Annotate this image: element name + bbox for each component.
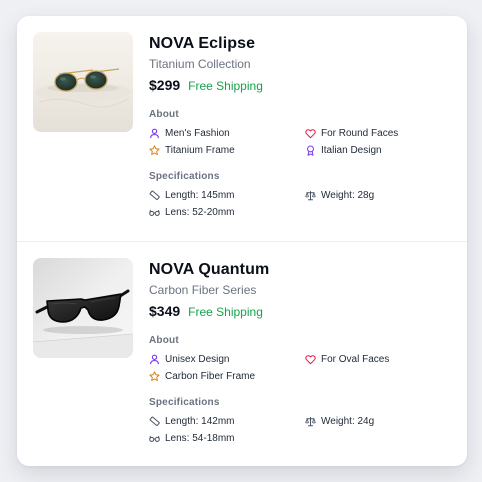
about-features: Unisex Design For Oval Faces Carbon Fibe… — [149, 351, 449, 385]
product-info: NOVA Eclipse Titanium Collection $299 Fr… — [149, 34, 449, 221]
feature-item: Titanium Frame — [149, 142, 235, 158]
price-row: $349 Free Shipping — [149, 303, 449, 323]
spec-text: Weight: 24g — [321, 415, 375, 427]
shipping-badge: Free Shipping — [188, 79, 263, 93]
heart-icon — [305, 354, 316, 365]
spec-text: Lens: 54-18mm — [165, 432, 235, 444]
product-image-round-sunglasses[interactable] — [33, 32, 133, 132]
feature-item: Italian Design — [305, 142, 382, 158]
spec-item: Lens: 52-20mm — [149, 204, 234, 220]
spec-item: Weight: 24g — [305, 413, 374, 429]
award-icon — [305, 145, 316, 156]
user-icon — [149, 354, 160, 365]
feature-item: Men's Fashion — [149, 125, 230, 141]
feature-text: Unisex Design — [165, 353, 230, 365]
star-icon — [149, 370, 160, 382]
specifications-list: Length: 142mm Weight: 24g Lens: 54-18mm — [149, 413, 449, 447]
ruler-icon — [149, 190, 160, 201]
about-section-title: About — [149, 335, 179, 346]
feature-item: Unisex Design — [149, 351, 229, 367]
spec-text: Length: 145mm — [165, 189, 235, 201]
product-card-nova-quantum[interactable]: NOVA Quantum Carbon Fiber Series $349 Fr… — [17, 242, 467, 466]
feature-item: Carbon Fiber Frame — [149, 368, 255, 384]
specifications-section-title: Specifications — [149, 397, 220, 408]
spec-item: Length: 142mm — [149, 413, 235, 429]
ruler-icon — [149, 416, 160, 427]
price-row: $299 Free Shipping — [149, 77, 449, 97]
spec-item: Length: 145mm — [149, 187, 235, 203]
product-info: NOVA Quantum Carbon Fiber Series $349 Fr… — [149, 260, 449, 447]
user-icon — [149, 128, 160, 139]
feature-text: Men's Fashion — [165, 127, 230, 139]
specifications-section-title: Specifications — [149, 171, 220, 182]
product-price: $299 — [149, 77, 181, 93]
product-image-wayfarer-sunglasses[interactable] — [33, 258, 133, 358]
feature-text: Carbon Fiber Frame — [165, 370, 256, 382]
about-features: Men's Fashion For Round Faces Titanium F… — [149, 125, 449, 159]
heart-icon — [305, 128, 316, 139]
shipping-badge: Free Shipping — [188, 305, 263, 319]
feature-text: Italian Design — [321, 144, 382, 156]
scale-icon — [305, 190, 316, 201]
spec-item: Weight: 28g — [305, 187, 374, 203]
product-collection: Carbon Fiber Series — [149, 283, 257, 297]
feature-item: For Oval Faces — [305, 351, 389, 367]
spec-text: Length: 142mm — [165, 415, 235, 427]
star-icon — [149, 144, 160, 156]
about-section-title: About — [149, 109, 179, 120]
product-price: $349 — [149, 303, 181, 319]
spec-text: Weight: 28g — [321, 189, 375, 201]
feature-item: For Round Faces — [305, 125, 398, 141]
product-name[interactable]: NOVA Eclipse — [149, 34, 449, 54]
spec-text: Lens: 52-20mm — [165, 206, 235, 218]
specifications-list: Length: 145mm Weight: 28g Lens: 52-20mm — [149, 187, 449, 221]
glasses-icon — [149, 207, 160, 218]
product-card-nova-eclipse[interactable]: NOVA Eclipse Titanium Collection $299 Fr… — [17, 16, 467, 241]
feature-text: For Round Faces — [321, 127, 399, 139]
spec-item: Lens: 54-18mm — [149, 430, 234, 446]
product-collection: Titanium Collection — [149, 57, 251, 71]
feature-text: For Oval Faces — [321, 353, 390, 365]
scale-icon — [305, 416, 316, 427]
feature-text: Titanium Frame — [165, 144, 235, 156]
product-list-card: NOVA Eclipse Titanium Collection $299 Fr… — [17, 16, 467, 466]
product-name[interactable]: NOVA Quantum — [149, 260, 449, 280]
glasses-icon — [149, 433, 160, 444]
